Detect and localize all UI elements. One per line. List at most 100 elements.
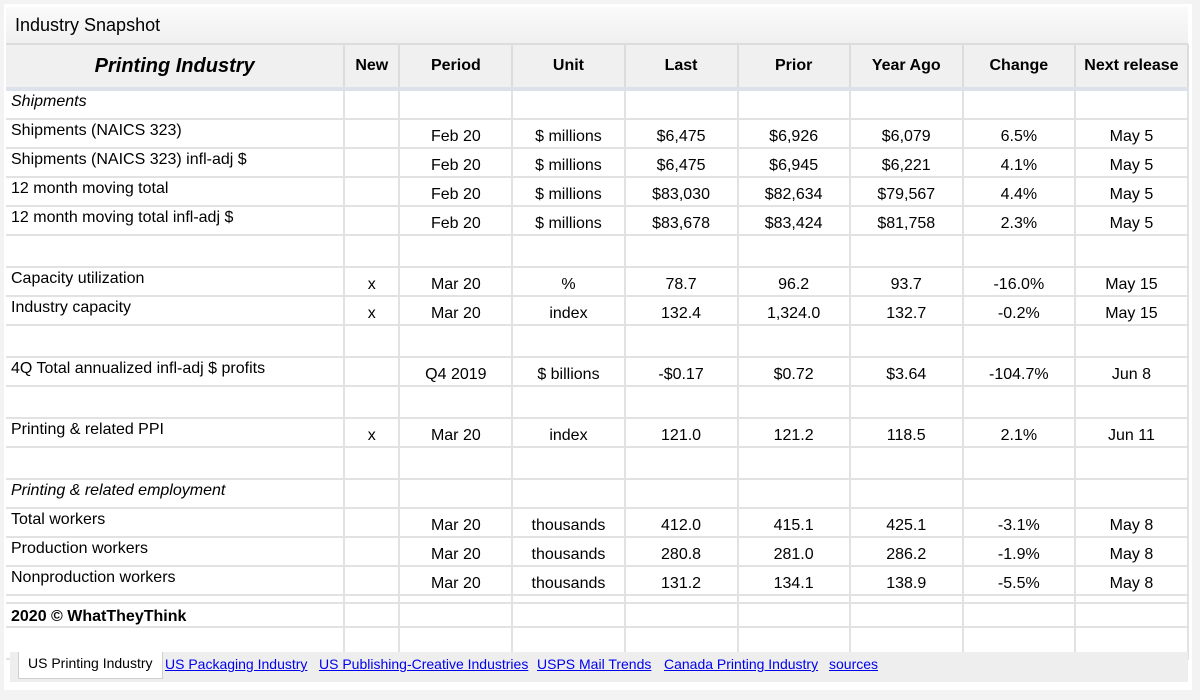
cell-year-ago [848, 447, 963, 480]
tab-usps-mail-trends[interactable]: USPS Mail Trends [537, 652, 651, 676]
row-label: Shipments (NAICS 323) [6, 119, 345, 149]
cell-last: -$0.17 [623, 357, 738, 387]
header-new: New [343, 44, 401, 91]
cell-period: Q4 2019 [398, 357, 513, 387]
cell-year-ago [848, 386, 963, 419]
cell-prior: 1,324.0 [736, 296, 850, 326]
cell-change: -1.9% [961, 537, 1075, 567]
cell-last [623, 386, 738, 419]
row-label: 4Q Total annualized infl-adj $ profits [6, 357, 345, 387]
cell-prior [736, 235, 850, 268]
tab-us-printing-industry[interactable]: US Printing Industry [18, 652, 163, 679]
row-label: 12 month moving total infl-adj $ [6, 206, 345, 236]
cell-change [961, 386, 1075, 419]
cell-change: -16.0% [961, 267, 1075, 297]
row-label: Capacity utilization [6, 267, 345, 297]
cell-period [398, 89, 513, 120]
cell-next-release [1073, 235, 1190, 268]
cell-last: $83,678 [623, 206, 738, 236]
cell-last: 121.0 [623, 418, 738, 448]
cell-period: Mar 20 [398, 537, 513, 567]
cell-unit [511, 479, 625, 509]
cell-prior: 281.0 [736, 537, 850, 567]
cell-period: Mar 20 [398, 508, 513, 538]
cell-next-release: May 15 [1073, 267, 1190, 297]
cell-change [961, 325, 1075, 358]
cell-next-release: May 5 [1073, 119, 1190, 149]
cell-change [961, 447, 1075, 480]
cell-prior: 121.2 [736, 418, 850, 448]
cell-period: Feb 20 [398, 206, 513, 236]
cell-new [343, 479, 400, 509]
cell-unit: % [511, 267, 625, 297]
section-row: Shipments [6, 89, 1190, 120]
cell-change: 2.1% [961, 418, 1075, 448]
table-row: Printing & related PPI x Mar 20 index 121.0 1… [6, 418, 1190, 448]
cell-unit: $ millions [511, 177, 625, 207]
cell-next-release: May 5 [1073, 148, 1190, 178]
snapshot-table: Printing Industry New Period Unit Last P… [6, 44, 1190, 660]
cell-last: $6,475 [623, 119, 738, 149]
cell-prior: 415.1 [736, 508, 850, 538]
cell-next-release: May 5 [1073, 177, 1190, 207]
cell-prior [736, 89, 850, 120]
cell-unit: index [511, 418, 625, 448]
cell-year-ago [848, 89, 963, 120]
cell-last: 78.7 [623, 267, 738, 297]
row-label [6, 325, 345, 358]
cell-change: -3.1% [961, 508, 1075, 538]
cell-change [961, 89, 1075, 120]
cell-unit [511, 447, 625, 480]
industry-tabs: US Printing Industry US Packaging Indust… [10, 652, 1188, 682]
cell-unit [511, 89, 625, 120]
cell-new [343, 177, 400, 207]
cell-unit [511, 235, 625, 268]
cell-unit: $ millions [511, 119, 625, 149]
cell-year-ago: 138.9 [848, 566, 963, 596]
tab-sources[interactable]: sources [829, 652, 878, 676]
cell-change: 6.5% [961, 119, 1075, 149]
header-printing-industry: Printing Industry [6, 44, 346, 91]
cell-next-release: Jun 11 [1073, 418, 1190, 448]
cell-prior: 96.2 [736, 267, 850, 297]
row-label: Production workers [6, 537, 345, 567]
cell-last: 131.2 [623, 566, 738, 596]
cell-period: Feb 20 [398, 177, 513, 207]
section-row: Printing & related employment [6, 479, 1190, 509]
cell-unit: $ billions [511, 357, 625, 387]
cell-next-release: May 8 [1073, 566, 1190, 596]
cell-change [961, 479, 1075, 509]
cell-period: Feb 20 [398, 148, 513, 178]
cell-last [623, 235, 738, 268]
row-label: Shipments [6, 89, 345, 120]
cell-period [398, 325, 513, 358]
cell-year-ago: $3.64 [848, 357, 963, 387]
cell-prior: $0.72 [736, 357, 850, 387]
row-label [6, 386, 345, 419]
cell-prior: $6,945 [736, 148, 850, 178]
cell-year-ago: $6,079 [848, 119, 963, 149]
cell-year-ago [848, 235, 963, 268]
cell-year-ago: $81,758 [848, 206, 963, 236]
tab-us-publishing-creative-industries[interactable]: US Publishing-Creative Industries [319, 652, 528, 676]
blank-row [6, 235, 1190, 268]
cell-last [623, 89, 738, 120]
cell-next-release: Jun 8 [1073, 357, 1190, 387]
cell-period [398, 447, 513, 480]
tab-us-packaging-industry[interactable]: US Packaging Industry [165, 652, 307, 676]
table-row: Production workers Mar 20 thousands 280.8 28… [6, 537, 1190, 567]
cell-unit: thousands [511, 566, 625, 596]
tab-canada-printing-industry[interactable]: Canada Printing Industry [664, 652, 818, 676]
cell-next-release: May 5 [1073, 206, 1190, 236]
cell-prior [736, 325, 850, 358]
cell-new [343, 89, 400, 120]
cell-change: 4.4% [961, 177, 1075, 207]
cell-prior: $83,424 [736, 206, 850, 236]
cell-prior [736, 386, 850, 419]
cell-new [343, 566, 400, 596]
cell-last: $6,475 [623, 148, 738, 178]
cell-new [343, 119, 400, 149]
cell-next-release: May 15 [1073, 296, 1190, 326]
cell-prior [736, 447, 850, 480]
cell-period: Feb 20 [398, 119, 513, 149]
